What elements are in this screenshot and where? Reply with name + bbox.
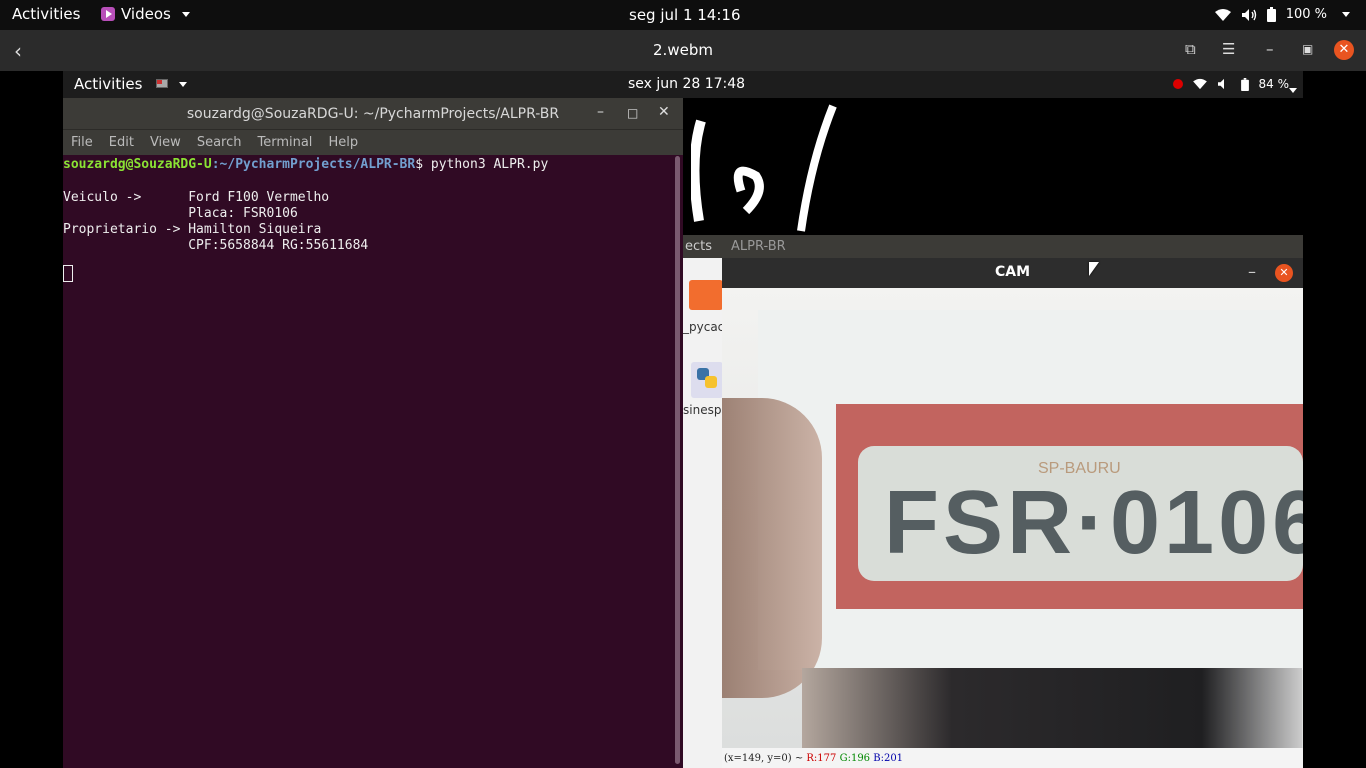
terminal-cursor xyxy=(63,264,73,282)
video-player-header: ‹ 2.webm ⧉ ☰ – ▣ ✕ xyxy=(0,30,1366,71)
recorded-clock: sex jun 28 17:48 xyxy=(628,76,746,92)
cam-status-bar: (x=149, y=0) ~ R:177 G:196 B:201 xyxy=(722,748,1303,768)
clock[interactable]: seg jul 1 14:16 xyxy=(629,6,740,24)
file-label: sinesp. xyxy=(683,403,726,417)
folder-icon xyxy=(689,280,723,310)
scribble-drawing xyxy=(691,104,837,232)
close-icon: ✕ xyxy=(658,104,670,120)
battery-level: 100 % xyxy=(1285,7,1327,22)
status-blue: B:201 xyxy=(873,753,904,764)
volume-icon xyxy=(1217,78,1224,90)
output-line: Placa: FSR0106 xyxy=(63,205,298,221)
menu-icon[interactable]: ☰ xyxy=(1222,40,1235,58)
files-path-start: ects xyxy=(685,239,713,254)
mouse-pointer-icon xyxy=(1089,262,1099,276)
menu-help: Help xyxy=(328,135,359,150)
status-green: G:196 xyxy=(839,753,871,764)
menu-view: View xyxy=(149,135,181,150)
video-frame[interactable]: Activities sex jun 28 17:48 84 % souzard… xyxy=(63,71,1303,768)
host-top-bar: Activities Videos seg jul 1 14:16 100 % xyxy=(0,0,1366,30)
menu-file: File xyxy=(71,135,93,150)
menu-edit: Edit xyxy=(108,135,134,150)
files-window-bar: ects ALPR-BR xyxy=(683,235,1303,258)
wifi-icon xyxy=(1192,78,1207,90)
chevron-down-icon xyxy=(1288,88,1297,93)
minimize-icon: – xyxy=(1248,262,1256,281)
battery-icon xyxy=(1240,77,1249,91)
volume-icon xyxy=(1241,8,1256,21)
recorded-activities: Activities xyxy=(74,75,143,93)
files-path-current: ALPR-BR xyxy=(731,239,786,254)
folder-label: _pycac xyxy=(683,320,725,334)
plate-inner: SP-BAURU FSR·0106 xyxy=(858,446,1303,581)
screen: Activities Videos seg jul 1 14:16 100 % … xyxy=(0,0,1366,768)
cam-title-bar: CAM – ✕ xyxy=(722,258,1303,288)
app-menu[interactable]: Videos xyxy=(101,5,190,23)
terminal-menubar: File Edit View Search Terminal Help xyxy=(63,129,683,155)
plate-number: FSR·0106 xyxy=(884,473,1303,573)
video-title: 2.webm xyxy=(653,41,713,59)
hand xyxy=(722,398,822,698)
terminal-window: souzardg@SouzaRDG-U: ~/PycharmProjects/A… xyxy=(63,98,683,768)
minimize-icon[interactable]: – xyxy=(1266,40,1274,58)
recorded-tray: 84 % xyxy=(1172,77,1297,93)
recorded-battery-level: 84 % xyxy=(1258,77,1290,91)
python-file-icon xyxy=(691,362,723,398)
chevron-down-icon xyxy=(1342,12,1350,17)
videos-app-icon xyxy=(101,7,115,21)
close-icon: ✕ xyxy=(1275,264,1293,282)
status-red: R:177 xyxy=(806,753,837,764)
cam-title: CAM xyxy=(994,264,1031,280)
prompt-user: souzardg@SouzaRDG-U xyxy=(63,157,212,172)
chevron-down-icon xyxy=(181,11,190,17)
terminal-title-bar: souzardg@SouzaRDG-U: ~/PycharmProjects/A… xyxy=(63,98,683,129)
terminal-output: souzardg@SouzaRDG-U:~/PycharmProjects/AL… xyxy=(63,155,673,768)
files-window: _pycac sinesp. xyxy=(683,258,726,768)
keyboard-layout-icon xyxy=(156,79,168,88)
output-line: Proprietario -> Hamilton Siqueira xyxy=(63,222,322,238)
chevron-down-icon xyxy=(179,82,187,87)
prompt-path: :~/PycharmProjects/ALPR-BR xyxy=(211,157,416,172)
minimize-icon: – xyxy=(597,104,604,120)
activities-button[interactable]: Activities xyxy=(12,5,80,23)
wifi-icon xyxy=(1214,8,1231,21)
recording-icon xyxy=(1172,79,1183,89)
restore-icon[interactable]: ▣ xyxy=(1302,42,1313,56)
close-icon[interactable]: ✕ xyxy=(1334,40,1354,60)
output-line: CPF:5658844 RG:55611684 xyxy=(63,238,369,254)
background-shadow xyxy=(802,668,1302,748)
menu-terminal: Terminal xyxy=(257,135,313,150)
camera-feed: SP-BAURU FSR·0106 xyxy=(722,288,1303,748)
status-coords: (x=149, y=0) ~ xyxy=(724,753,807,764)
output-line: Veiculo -> Ford F100 Vermelho xyxy=(63,189,330,205)
system-tray[interactable]: 100 % xyxy=(1214,7,1350,22)
battery-icon xyxy=(1266,7,1276,22)
command: $ python3 ALPR.py xyxy=(415,157,549,172)
terminal-scrollbar xyxy=(675,156,680,764)
fullscreen-icon[interactable]: ⧉ xyxy=(1185,40,1196,58)
cam-window: CAM – ✕ SP-BAURU FSR·0106 (x=149, y=0) ~… xyxy=(722,258,1303,768)
terminal-title: souzardg@SouzaRDG-U: ~/PycharmProjects/A… xyxy=(186,106,560,122)
app-menu-label: Videos xyxy=(121,5,171,23)
recorded-top-bar: Activities sex jun 28 17:48 84 % xyxy=(63,71,1303,98)
menu-search: Search xyxy=(196,135,242,150)
license-plate: SP-BAURU FSR·0106 xyxy=(836,404,1303,609)
maximize-icon: □ xyxy=(627,106,639,120)
